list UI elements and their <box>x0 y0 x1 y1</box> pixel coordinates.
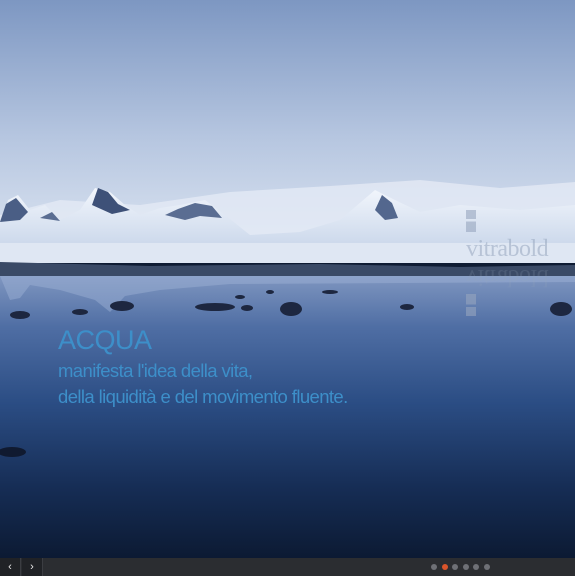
next-slide-button[interactable]: › <box>22 558 43 576</box>
brand-logo-reflection: vitrabold <box>466 264 556 317</box>
brand-logo-reflection-text: vitrabold <box>466 264 549 290</box>
slide-caption: ACQUA manifesta l'idea della vita, della… <box>58 322 498 410</box>
caption-line-2: della liquidità e del movimento fluente. <box>58 386 348 407</box>
caption-title: ACQUA <box>58 325 152 355</box>
brand-mark-reflection-icon <box>466 294 476 316</box>
slideshow-controls: ‹ › <box>0 558 575 576</box>
brand-logo-text: vitrabold <box>466 236 549 262</box>
chevron-left-icon: ‹ <box>8 561 12 573</box>
pagination-dot-4[interactable] <box>462 564 469 570</box>
pagination-dot-2[interactable] <box>441 564 448 570</box>
pagination-dot-5[interactable] <box>473 564 479 570</box>
slideshow: vitrabold vitrabold ACQUA manifesta l'id… <box>0 0 575 576</box>
chevron-right-icon: › <box>30 561 34 573</box>
brand-mark-icon <box>466 210 476 232</box>
pagination-dot-1[interactable] <box>431 564 437 570</box>
caption-line-1: manifesta l'idea della vita, <box>58 360 253 381</box>
brand-logo: vitrabold <box>466 209 556 262</box>
pagination-dot-6[interactable] <box>483 564 490 570</box>
pagination-dot-3[interactable] <box>452 564 458 570</box>
previous-slide-button[interactable]: ‹ <box>0 558 21 576</box>
